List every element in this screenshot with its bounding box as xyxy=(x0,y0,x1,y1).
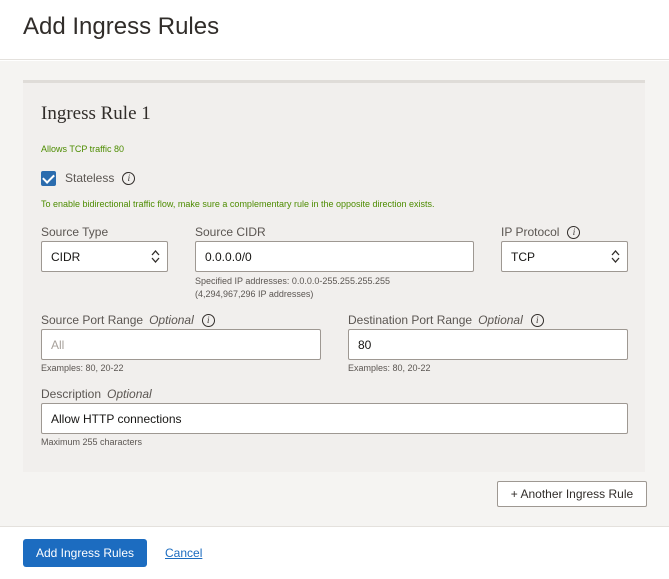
panel-footer: Add Ingress Rules Cancel xyxy=(0,526,669,579)
description-help: Maximum 255 characters xyxy=(41,437,143,447)
source-port-label: Source Port Range Optional i xyxy=(41,313,215,327)
source-port-input[interactable]: All xyxy=(41,329,321,360)
source-port-placeholder: All xyxy=(51,337,65,352)
source-type-label: Source Type xyxy=(41,225,108,239)
ip-protocol-label-text: IP Protocol xyxy=(501,225,560,239)
source-type-select[interactable]: CIDR xyxy=(41,241,168,272)
page-title: Add Ingress Rules xyxy=(23,13,220,40)
description-label: Description Optional xyxy=(41,387,152,401)
panel-header: Add Ingress Rules xyxy=(0,0,669,60)
stateless-checkbox[interactable] xyxy=(41,170,56,186)
source-cidr-help-line1: Specified IP addresses: 0.0.0.0-255.255.… xyxy=(195,276,390,286)
dest-port-help: Examples: 80, 20-22 xyxy=(348,363,431,373)
add-ingress-rules-button[interactable]: Add Ingress Rules xyxy=(23,539,147,567)
dest-port-value: 80 xyxy=(358,337,372,352)
select-arrows-icon xyxy=(151,250,160,263)
dest-port-label-text: Destination Port Range xyxy=(348,313,473,327)
source-port-help: Examples: 80, 20-22 xyxy=(41,363,124,373)
rule-summary: Allows TCP traffic 80 xyxy=(41,144,125,154)
ip-protocol-select[interactable]: TCP xyxy=(501,241,628,272)
rule-title: Ingress Rule 1 xyxy=(41,103,151,124)
source-type-label-text: Source Type xyxy=(41,225,109,239)
dest-port-label: Destination Port Range Optional i xyxy=(348,313,544,327)
dest-port-info-icon[interactable]: i xyxy=(530,313,544,327)
source-port-label-text: Source Port Range xyxy=(41,313,144,327)
ingress-rule-card: Ingress Rule 1 Allows TCP traffic 80 Sta… xyxy=(23,80,645,472)
stateless-note: To enable bidirectional traffic flow, ma… xyxy=(41,199,435,209)
source-port-optional: Optional xyxy=(149,313,194,327)
description-input[interactable]: Allow HTTP connections xyxy=(41,403,628,434)
source-cidr-help-line2: (4,294,967,296 IP addresses) xyxy=(195,289,314,299)
source-cidr-label-text: Source CIDR xyxy=(195,225,266,239)
source-cidr-help: Specified IP addresses: 0.0.0.0-255.255.… xyxy=(195,275,390,301)
source-type-value: CIDR xyxy=(51,249,81,264)
panel-body: Ingress Rule 1 Allows TCP traffic 80 Sta… xyxy=(0,61,669,526)
another-ingress-rule-button[interactable]: + Another Ingress Rule xyxy=(497,481,647,507)
cancel-link[interactable]: Cancel xyxy=(165,546,202,560)
stateless-row: Stateless i xyxy=(41,169,136,187)
select-arrows-icon xyxy=(611,250,620,263)
source-cidr-label: Source CIDR xyxy=(195,225,266,239)
description-value: Allow HTTP connections xyxy=(51,411,182,426)
ip-protocol-value: TCP xyxy=(511,249,535,264)
description-label-text: Description xyxy=(41,387,102,401)
source-port-info-icon[interactable]: i xyxy=(201,313,215,327)
description-optional: Optional xyxy=(107,387,152,401)
ip-protocol-info-icon[interactable]: i xyxy=(567,225,581,239)
dest-port-input[interactable]: 80 xyxy=(348,329,628,360)
stateless-info-icon[interactable]: i xyxy=(122,171,136,185)
source-cidr-input[interactable]: 0.0.0.0/0 xyxy=(195,241,474,272)
stateless-label: Stateless xyxy=(65,171,115,185)
ip-protocol-label: IP Protocol i xyxy=(501,225,581,239)
source-cidr-value: 0.0.0.0/0 xyxy=(205,249,252,264)
dest-port-optional: Optional xyxy=(478,313,523,327)
